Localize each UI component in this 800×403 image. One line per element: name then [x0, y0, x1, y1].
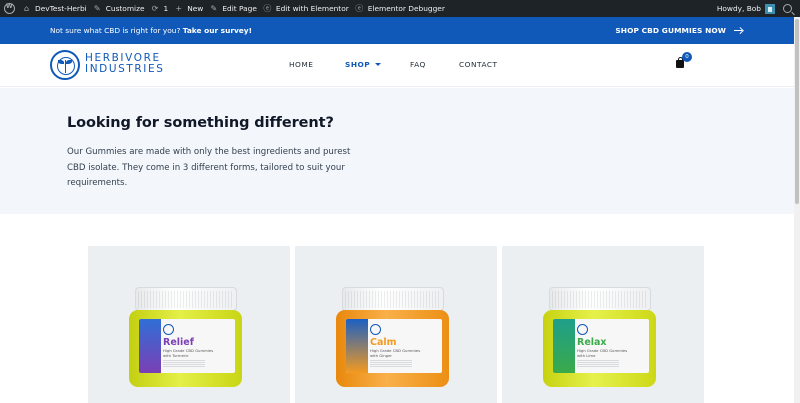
jar-body: Relax High Grade CBD Gummies with Lime [543, 310, 656, 387]
product-card-calm[interactable]: Calm High Grade CBD Gummies with Ginger [295, 246, 497, 403]
product-subtitle: High Grade CBD Gummies with Lime [577, 348, 628, 358]
hero-title: Looking for something different? [67, 115, 334, 131]
product-name: Relax [577, 337, 607, 348]
label-fine-print [577, 360, 619, 368]
promo-bar: Not sure what CBD is right for you? Take… [0, 17, 794, 44]
site-header: HERBIVORE INDUSTRIES HOME SHOP FAQ CONTA… [0, 44, 794, 87]
jar-cap [135, 287, 237, 311]
logo-leaf-left [58, 60, 64, 64]
nav-home[interactable]: HOME [289, 60, 313, 69]
product-jar-image: Relief High Grade CBD Gummies with Turme… [128, 287, 243, 387]
label-logo-icon [577, 324, 588, 335]
admin-bar: ⌂ DevTest-Herbi ✎ Customize ⟳ 1 + New ✎ … [0, 0, 800, 17]
label-strip [139, 319, 161, 373]
admin-elementor-debugger[interactable]: ⓔ Elementor Debugger [355, 0, 451, 17]
plus-icon: + [175, 4, 183, 13]
label-logo-icon [370, 324, 381, 335]
admin-customize[interactable]: ✎ Customize [93, 0, 151, 17]
hero-description: Our Gummies are made with only the best … [67, 147, 351, 188]
chevron-down-icon [375, 63, 382, 66]
label-strip [553, 319, 575, 373]
survey-link[interactable]: Take our survey! [183, 26, 252, 35]
jar-label: Calm High Grade CBD Gummies with Ginger [346, 319, 442, 373]
label-logo-icon [163, 324, 174, 335]
label-fine-print [163, 360, 205, 368]
shopping-bag-icon[interactable] [676, 57, 684, 68]
admin-edit-elementor[interactable]: ⓔ Edit with Elementor [263, 0, 355, 17]
search-icon[interactable] [783, 4, 792, 13]
nav-shop[interactable]: SHOP [345, 60, 382, 69]
logo-icon[interactable] [50, 50, 80, 80]
pencil-icon: ✎ [210, 4, 218, 13]
product-subtitle: High Grade CBD Gummies with Turmeric [163, 348, 214, 358]
jar-cap [549, 287, 651, 311]
jar-label: Relief High Grade CBD Gummies with Turme… [139, 319, 235, 373]
product-name: Relief [163, 337, 194, 348]
nav-contact[interactable]: CONTACT [459, 60, 498, 69]
avatar[interactable] [765, 3, 775, 14]
arrow-right-icon [734, 29, 742, 32]
edit-elementor-label: Edit with Elementor [275, 4, 349, 13]
jar-body: Relief High Grade CBD Gummies with Turme… [129, 310, 242, 387]
edit-page-label: Edit Page [222, 4, 257, 13]
product-card-relax[interactable]: Relax High Grade CBD Gummies with Lime [502, 246, 704, 403]
label-strip [346, 319, 368, 373]
brush-icon: ✎ [93, 4, 101, 13]
admin-edit-page[interactable]: ✎ Edit Page [209, 0, 263, 17]
product-subtitle: High Grade CBD Gummies with Ginger [370, 348, 421, 358]
elementor-icon: ⓔ [263, 4, 272, 13]
product-jar-image: Relax High Grade CBD Gummies with Lime [542, 287, 657, 387]
cart-count-badge: 0 [682, 52, 692, 62]
hero-section: Looking for something different? Our Gum… [0, 88, 794, 214]
survey-text: Not sure what CBD is right for you? [50, 26, 181, 35]
nav-faq[interactable]: FAQ [410, 60, 426, 69]
elementor-debugger-label: Elementor Debugger [367, 4, 445, 13]
refresh-icon: ⟳ [151, 4, 159, 13]
shop-gummies-label: SHOP CBD GUMMIES NOW [615, 26, 726, 35]
product-card-relief[interactable]: Relief High Grade CBD Gummies with Turme… [88, 246, 290, 403]
admin-site-name[interactable]: ⌂ DevTest-Herbi [22, 0, 93, 17]
product-jar-image: Calm High Grade CBD Gummies with Ginger [335, 287, 450, 387]
logo-text[interactable]: HERBIVORE INDUSTRIES [85, 53, 165, 75]
new-label: New [187, 4, 204, 13]
customize-label: Customize [105, 4, 145, 13]
updates-count: 1 [163, 4, 169, 13]
jar-label: Relax High Grade CBD Gummies with Lime [553, 319, 649, 373]
elementor-debugger-icon: ⓔ [355, 4, 364, 13]
admin-new[interactable]: + New [174, 0, 209, 17]
wordpress-logo-icon[interactable] [4, 3, 15, 14]
site-name-label: DevTest-Herbi [35, 4, 87, 13]
label-fine-print [370, 360, 412, 368]
nav-shop-label: SHOP [345, 60, 371, 69]
home-icon: ⌂ [23, 4, 30, 13]
product-name: Calm [370, 337, 397, 348]
jar-cap [342, 287, 444, 311]
page-scrollbar[interactable] [794, 17, 800, 403]
jar-body: Calm High Grade CBD Gummies with Ginger [336, 310, 449, 387]
logo-line-2: INDUSTRIES [85, 63, 165, 75]
shop-gummies-link[interactable]: SHOP CBD GUMMIES NOW [615, 26, 742, 35]
admin-updates[interactable]: ⟳ 1 [151, 0, 175, 17]
user-greeting[interactable]: Howdy, Bob [717, 4, 761, 13]
survey-prompt: Not sure what CBD is right for you? Take… [50, 26, 252, 35]
